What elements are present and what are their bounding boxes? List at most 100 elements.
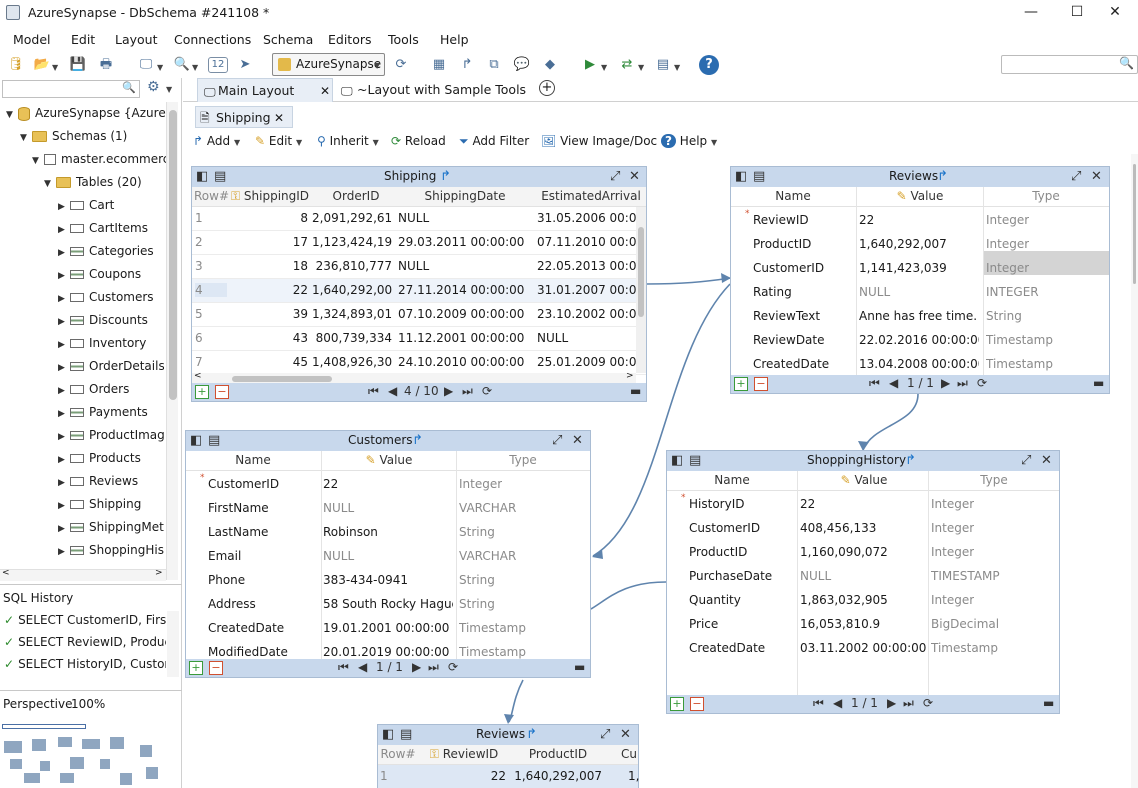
field-value[interactable]: NULL — [323, 501, 453, 515]
zoom-level-icon[interactable]: 12 — [208, 57, 228, 73]
close-icon[interactable]: ✕ — [629, 169, 640, 184]
menu-connections[interactable]: Connections — [174, 32, 251, 47]
add-tab-icon[interactable]: + — [539, 80, 555, 96]
record-row[interactable]: CreatedDate 13.04.2008 00:00:00 ... Timest… — [731, 353, 1109, 377]
cell[interactable]: 31.01.2007 00:00:0 — [537, 283, 636, 297]
run-icon[interactable]: ▶ — [580, 55, 600, 75]
cell[interactable]: 23.10.2002 00:00:0 — [537, 307, 636, 321]
tree-table-item[interactable]: ▶ Inventory — [58, 332, 164, 354]
toolbar-search-input[interactable]: 🔍 — [1001, 55, 1138, 74]
menu-help[interactable]: Help — [440, 32, 469, 47]
grid-view-icon[interactable]: ◧ — [190, 433, 202, 448]
field-value[interactable]: 03.11.2002 00:00:00 0... — [800, 641, 926, 655]
panel-header[interactable]: ◧ ▤ Customers ↱ ⤢ ✕ — [186, 431, 590, 451]
maximize-icon[interactable]: ⤢ — [552, 433, 562, 448]
maximize-icon[interactable]: ⤢ — [600, 727, 610, 742]
field-value[interactable]: 22 — [800, 497, 926, 511]
reviews-grid-panel[interactable]: ◧ ▤ Reviews ↱ ⤢ ✕ Row# ⚿ ReviewID Produc… — [377, 724, 639, 788]
first-page-icon[interactable]: ⏮ — [869, 376, 880, 391]
monitor-icon[interactable]: 🖵 — [136, 55, 156, 75]
last-page-icon[interactable]: ⏭ — [462, 384, 473, 399]
tree-table-item[interactable]: ▶ShoppingHisto — [58, 539, 164, 561]
open-folder-icon[interactable]: 📂 — [32, 55, 52, 75]
cell[interactable]: 11.12.2001 00:00:00 000 — [398, 331, 528, 345]
delete-row-icon[interactable]: − — [215, 385, 229, 399]
table-row[interactable]: 2 17 1,123,424,192 29.03.2011 00:00:00 000 0… — [192, 231, 646, 255]
field-value[interactable]: NULL — [800, 569, 926, 583]
cell[interactable]: 236,810,777 — [312, 259, 392, 273]
save-icon[interactable]: 💾 — [68, 55, 88, 75]
record-row[interactable]: Price 16,053,810.9 BigDecimal — [667, 613, 1059, 637]
view-image-button[interactable]: 🖼 View Image/Doc — [541, 134, 657, 148]
relation-icon[interactable]: ↱ — [457, 55, 477, 75]
help-icon[interactable]: ? — [699, 55, 719, 75]
record-row[interactable]: Rating NULL INTEGER — [731, 281, 1109, 305]
record-row[interactable]: * CustomerID 22 Integer — [186, 473, 590, 497]
field-value[interactable]: 408,456,133 — [800, 521, 926, 535]
sql-history-item[interactable]: ✓SELECT ReviewID, ProductID — [4, 635, 166, 649]
add-filter-button[interactable]: ⏷ Add Filter — [459, 134, 529, 149]
tree-root[interactable]: ▼ AzureSynapse {AzureSy — [6, 102, 176, 124]
panel-header[interactable]: ◧ ▤ ShoppingHistory ↱ ⤢ ✕ — [667, 451, 1059, 471]
field-value[interactable]: 20.01.2019 00:00:00 000 — [323, 645, 453, 659]
table-row[interactable]: 3 18 236,810,777 NULL 22.05.2013 00:00:0 — [192, 255, 646, 279]
cell[interactable]: 25.01.2009 00:00:0 — [537, 355, 636, 369]
tree-tables-folder[interactable]: ▼ Tables (20) — [44, 171, 172, 193]
tree-table-item[interactable]: ▶ Shipping — [58, 493, 164, 515]
cell[interactable]: 31.05.2006 00:00:0 — [537, 211, 636, 225]
add-button[interactable]: ↱ Add ▼ — [193, 134, 240, 148]
record-row[interactable]: CreatedDate 03.11.2002 00:00:00 0... Times… — [667, 637, 1059, 661]
refresh-icon[interactable]: ⟳ — [923, 696, 933, 710]
refresh-icon[interactable]: ⟳ — [391, 55, 411, 75]
tab-sample-tools[interactable]: 🖵 ~Layout with Sample Tools — [337, 78, 527, 102]
tree-hscrollbar[interactable]: < > — [0, 568, 166, 581]
canvas-vscroll[interactable] — [1131, 154, 1138, 788]
comment-icon[interactable]: 💬 — [512, 55, 532, 75]
tree-table-item[interactable]: ▶ Cart — [58, 194, 164, 216]
record-row[interactable]: Quantity 1,863,032,905 Integer — [667, 589, 1059, 613]
record-row[interactable]: ReviewText Anne has free time. ... String — [731, 305, 1109, 329]
table-row[interactable]: 7 45 1,408,926,308 24.10.2010 00:00:00 000 2… — [192, 351, 646, 375]
tree-table-item[interactable]: ▶ Discounts — [58, 309, 164, 331]
customers-record-panel[interactable]: ◧ ▤ Customers ↱ ⤢ ✕ Name ✎ Value Type * C… — [185, 430, 591, 678]
table-icon[interactable]: ▦ — [429, 55, 449, 75]
help-menu-button[interactable]: ? Help ▼ — [661, 134, 717, 148]
add-row-icon[interactable]: + — [734, 377, 748, 391]
tree-table-item[interactable]: ▶ Categories — [58, 240, 164, 262]
first-page-icon[interactable]: ⏮ — [338, 660, 349, 675]
resize-grip-icon[interactable]: ▬ — [1093, 376, 1104, 390]
record-row[interactable]: LastName Robinson String — [186, 521, 590, 545]
field-value[interactable]: 22.02.2016 00:00:00 ... — [859, 333, 979, 347]
minimize-button[interactable]: — — [1008, 0, 1054, 26]
cell[interactable]: NULL — [398, 259, 528, 273]
history-scrollbar[interactable] — [167, 611, 179, 677]
close-button[interactable]: ✕ — [1092, 0, 1138, 26]
tree-table-item[interactable]: ▶ Payments — [58, 401, 164, 423]
field-value[interactable]: NULL — [859, 285, 979, 299]
menu-layout[interactable]: Layout — [115, 32, 158, 47]
record-view-icon[interactable]: ▤ — [400, 727, 412, 742]
field-value[interactable]: 22 — [323, 477, 453, 491]
relation-icon[interactable]: ↱ — [905, 453, 916, 468]
cell[interactable]: NULL — [537, 331, 636, 345]
close-icon[interactable]: ✕ — [274, 107, 284, 129]
next-page-icon[interactable]: ▶ — [887, 696, 896, 710]
resize-grip-icon[interactable]: ▬ — [1043, 696, 1054, 710]
report-icon[interactable]: ▤ — [653, 55, 673, 75]
refresh-icon[interactable]: ⟳ — [977, 376, 987, 390]
close-icon[interactable]: ✕ — [1041, 453, 1052, 468]
gear-icon[interactable]: ⚙ — [147, 79, 160, 95]
table-row[interactable]: 1 8 2,091,292,611 NULL 31.05.2006 00:00:0 — [192, 207, 646, 231]
record-row[interactable]: CustomerID 1,141,423,039 Integer — [731, 257, 1109, 281]
cell[interactable]: 1,408,926,308 — [312, 355, 392, 369]
tree-table-item[interactable]: ▶ShippingMetho — [58, 516, 164, 538]
new-db-icon[interactable]: 🛢 — [6, 55, 26, 75]
delete-row-icon[interactable]: − — [209, 661, 223, 675]
close-icon[interactable]: ✕ — [620, 727, 631, 742]
add-row-icon[interactable]: + — [189, 661, 203, 675]
next-page-icon[interactable]: ▶ — [412, 660, 421, 674]
record-row[interactable]: ProductID 1,640,292,007 Integer — [731, 233, 1109, 257]
cell[interactable]: 29.03.2011 00:00:00 000 — [398, 235, 528, 249]
grid-view-icon[interactable]: ◧ — [382, 727, 394, 742]
maximize-icon[interactable]: ⤢ — [610, 169, 620, 184]
